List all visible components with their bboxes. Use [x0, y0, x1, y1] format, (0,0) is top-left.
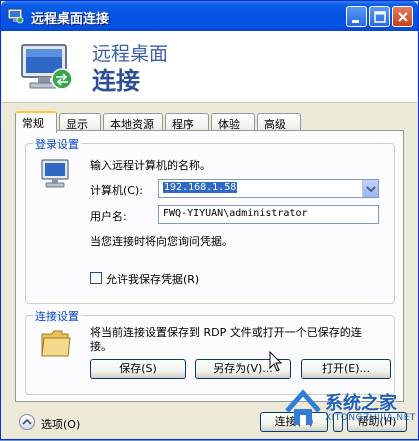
connection-desc-line2: 接。: [90, 340, 112, 353]
computer-icon: [41, 159, 69, 188]
minimize-icon: [352, 20, 359, 23]
window-title: 远程桌面连接: [31, 12, 110, 27]
folder-icon: [41, 330, 71, 357]
tab-local-resources[interactable]: 本地资源: [103, 113, 163, 131]
remote-desktop-window: 远程桌面连接 远程桌面 连接 常规 显示 本地资源 程序 体验 高级 登录设置 …: [0, 0, 419, 440]
connection-desc-line1: 将当前连接设置保存到 RDP 文件或打开一个已保存的连: [90, 326, 362, 339]
close-icon: [398, 12, 408, 22]
computer-value: 192.168.1.58: [163, 182, 238, 193]
tab-programs[interactable]: 程序: [165, 113, 209, 131]
save-credentials-label[interactable]: 允许我保存凭据(R): [106, 271, 199, 287]
username-label: 用户名:: [90, 210, 127, 223]
save-credentials-checkbox[interactable]: [90, 272, 102, 284]
maximize-button[interactable]: [369, 6, 390, 27]
tab-advanced[interactable]: 高级: [257, 113, 301, 131]
open-button[interactable]: 打开(E)...: [301, 359, 391, 379]
tab-general[interactable]: 常规: [15, 111, 57, 133]
login-settings-group: 登录设置 输入远程计算机的名称。 计算机(C): 192.168.1.58 用户…: [25, 136, 395, 304]
options-toggle-button[interactable]: [19, 414, 35, 430]
header-title-line2: 连接: [92, 67, 140, 95]
minimize-button[interactable]: [346, 6, 367, 27]
site-watermark: 系统之家 XITONGZHIJIA.NET: [281, 383, 419, 441]
tab-display[interactable]: 显示: [59, 113, 101, 131]
watermark-url: XITONGZHIJIA.NET: [325, 413, 416, 423]
options-label[interactable]: 选项(O): [41, 416, 80, 432]
title-bar[interactable]: 远程桌面连接: [1, 1, 418, 31]
save-button[interactable]: 保存(S): [90, 359, 186, 379]
header-banner: 远程桌面 连接: [2, 31, 417, 103]
remote-computer-icon: [21, 44, 73, 90]
watermark-logo-icon: [285, 389, 321, 425]
login-settings-title: 登录设置: [33, 136, 81, 152]
computer-combobox[interactable]: 192.168.1.58: [158, 179, 379, 198]
dropdown-arrow-icon[interactable]: [362, 180, 378, 197]
general-tab-panel: 登录设置 输入远程计算机的名称。 计算机(C): 192.168.1.58 用户…: [15, 130, 404, 402]
tab-experience[interactable]: 体验: [211, 113, 255, 131]
connection-settings-title: 连接设置: [33, 308, 81, 324]
watermark-text: 系统之家: [325, 393, 397, 414]
close-button[interactable]: [392, 6, 413, 27]
chevron-up-icon: [22, 418, 32, 425]
maximize-icon: [374, 11, 386, 23]
prompt-text: 输入远程计算机的名称。: [90, 159, 211, 172]
remote-desktop-app-icon: [7, 8, 24, 24]
computer-label: 计算机(C):: [90, 184, 143, 197]
mouse-cursor-icon: [269, 351, 283, 372]
credentials-info-text: 当您连接时将向您询问凭据。: [90, 235, 233, 248]
username-field[interactable]: FWQ-YIYUAN\administrator: [158, 205, 379, 224]
